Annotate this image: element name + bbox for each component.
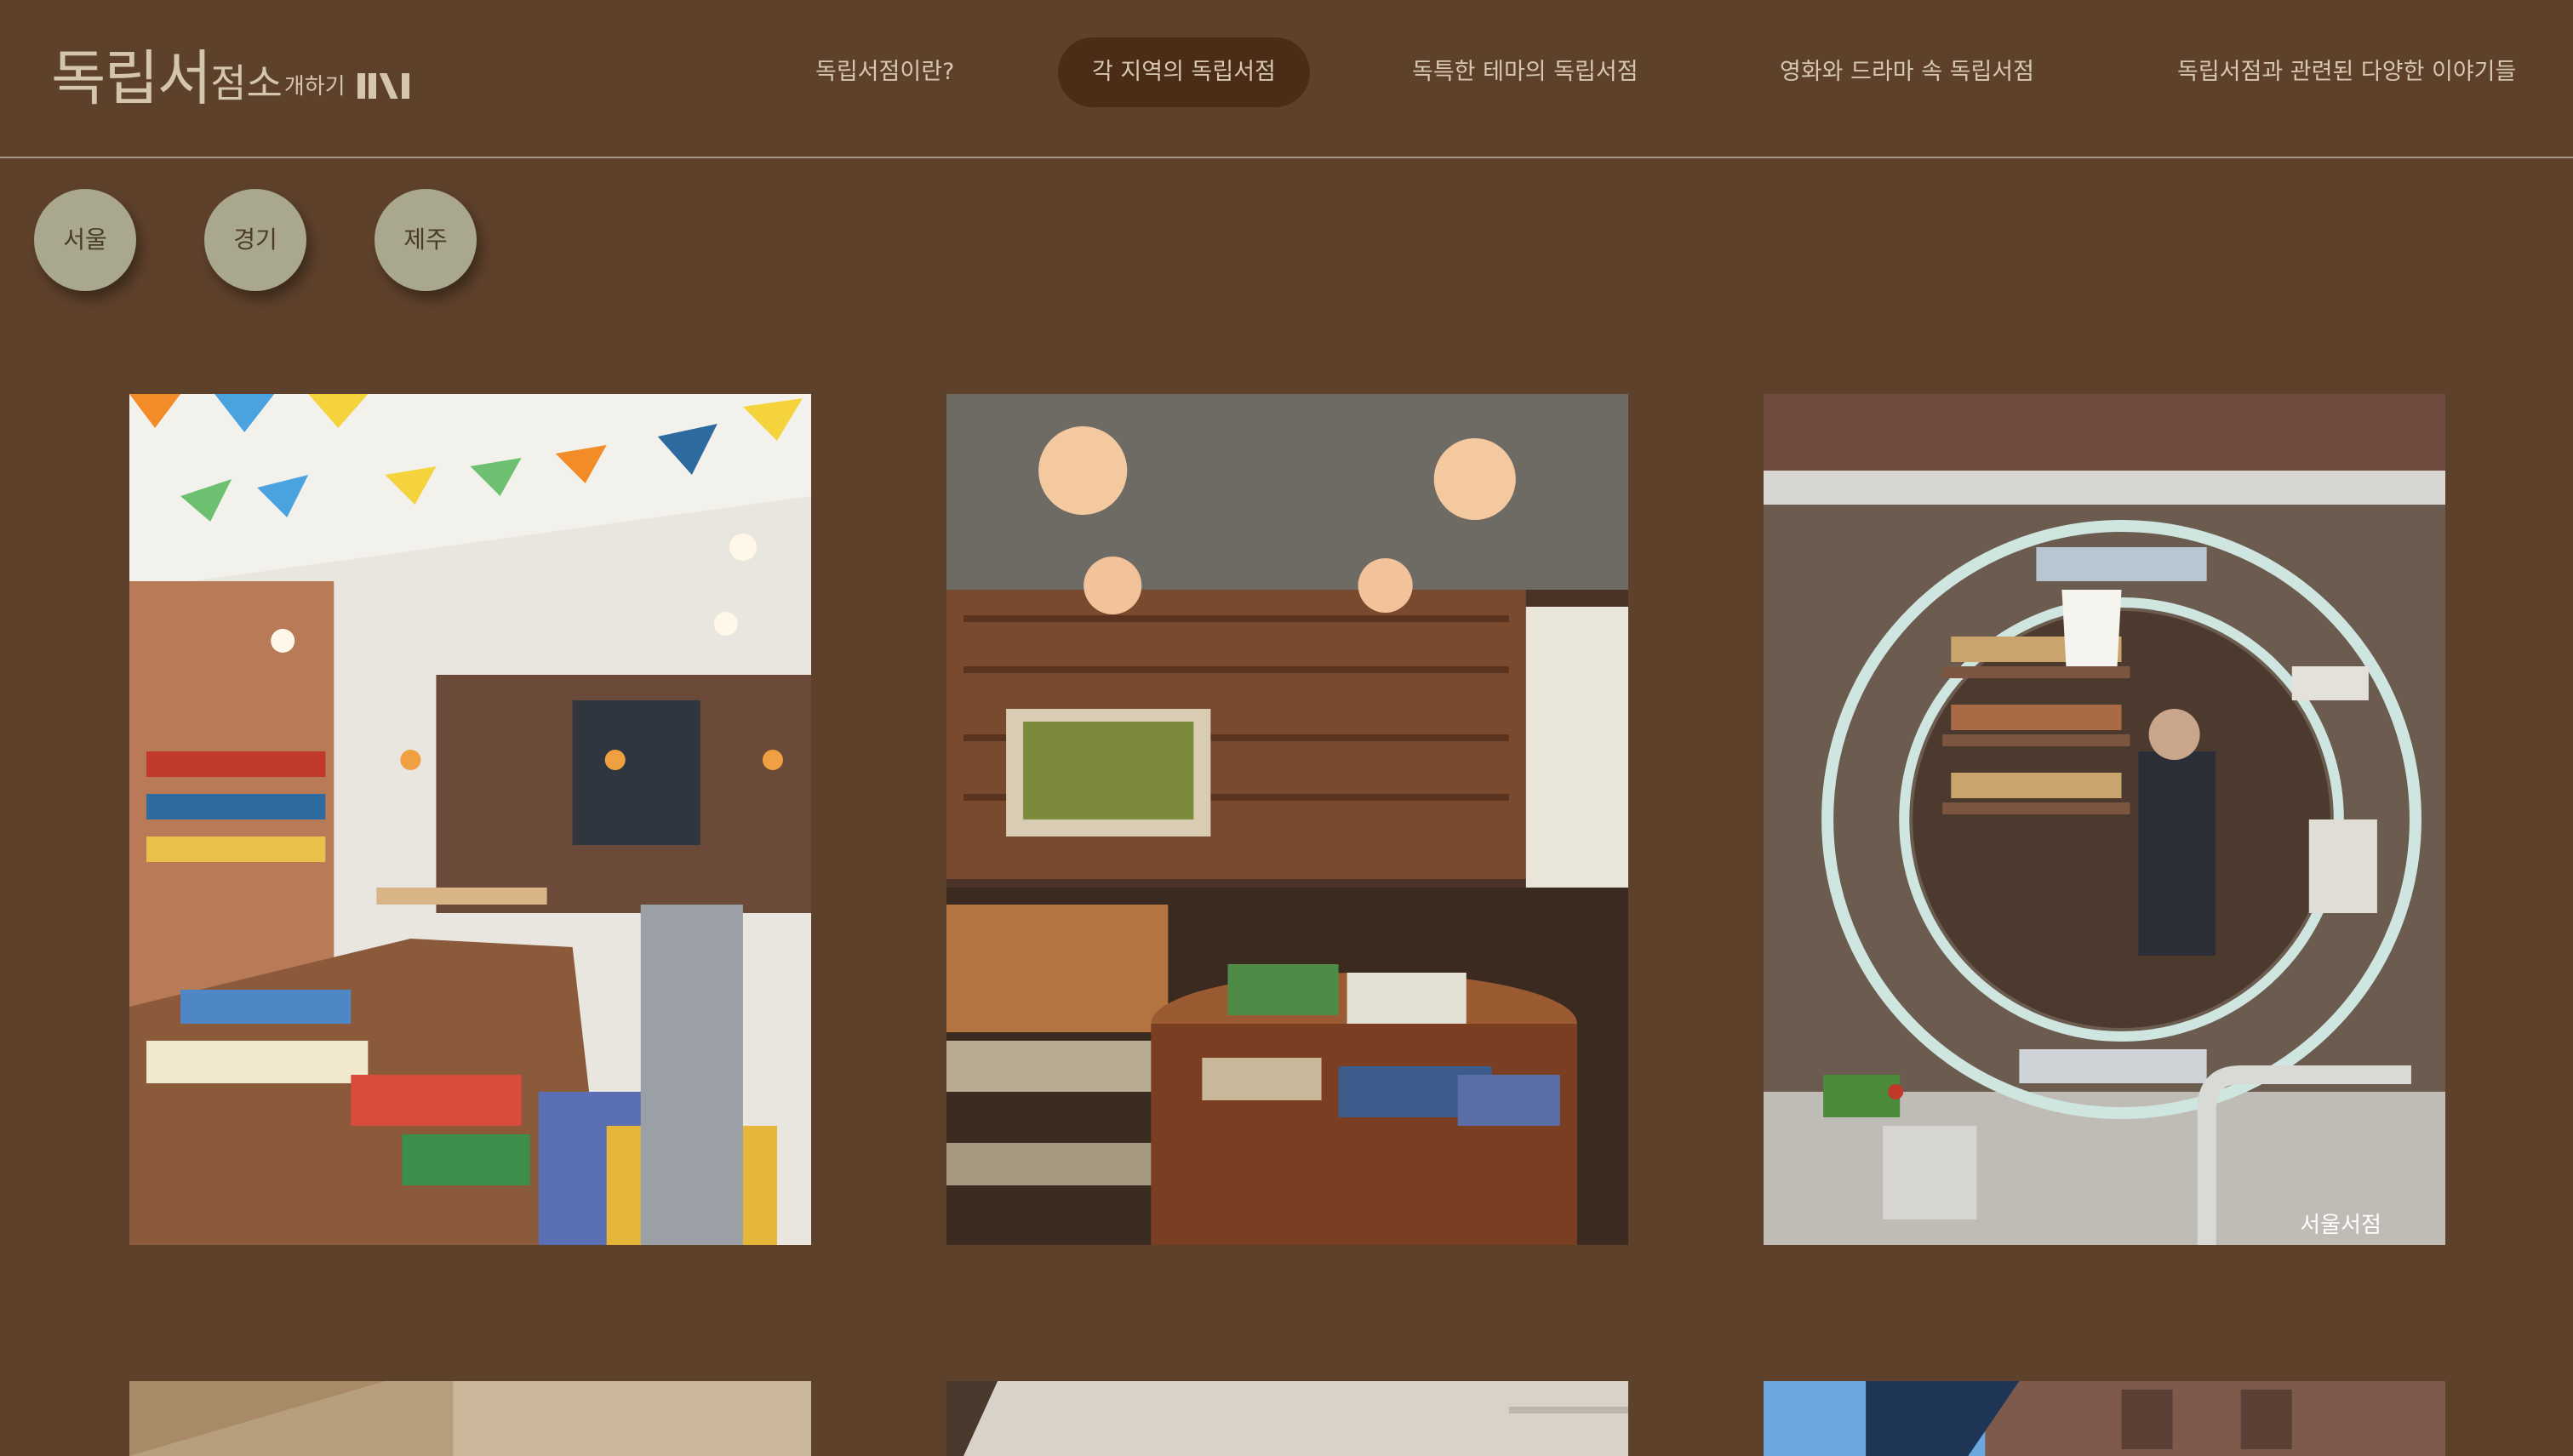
nav-related-stories[interactable]: 독립서점과 관련된 다양한 이야기들 (2177, 37, 2516, 107)
nav-bookstores-in-film-drama[interactable]: 영화와 드라마 속 독립서점 (1780, 37, 2034, 107)
bookstore-photo-4[interactable] (129, 1381, 811, 1456)
bookstore-photo-3[interactable]: 서울서점 (1764, 394, 2445, 1245)
region-chip-seoul[interactable]: 서울 (34, 189, 136, 291)
bookstore-photo-6[interactable] (1764, 1381, 2445, 1456)
bookstore-photo-5[interactable] (946, 1381, 1628, 1456)
region-chip-gyeonggi[interactable]: 경기 (204, 189, 306, 291)
bookstore-photo-image (946, 1381, 1628, 1456)
region-chip-jeju[interactable]: 제주 (375, 189, 477, 291)
site-header: 독립서 점소 개하기 독립서점이란? 각 지역의 독립서점 독특한 테마의 독립… (0, 0, 2573, 158)
bookstore-photo-2[interactable] (946, 394, 1628, 1245)
bookstore-interior-image (946, 394, 1628, 1245)
main-nav: 독립서점이란? 각 지역의 독립서점 독특한 테마의 독립서점 영화와 드라마 … (0, 37, 2573, 107)
nav-themed-bookstores[interactable]: 독특한 테마의 독립서점 (1412, 37, 1638, 107)
bookstore-interior-image (129, 394, 811, 1245)
bookstore-storefront-image: 서울서점 (1764, 394, 2445, 1245)
bookstore-photo-image (129, 1381, 811, 1456)
nav-about-indie-bookstore[interactable]: 독립서점이란? (815, 37, 954, 107)
photo-caption: 서울서점 (2300, 1213, 2381, 1238)
bookstore-photo-1[interactable] (129, 394, 811, 1245)
bookstore-photo-image (1764, 1381, 2445, 1456)
nav-regional-bookstores[interactable]: 각 지역의 독립서점 (1058, 37, 1310, 107)
